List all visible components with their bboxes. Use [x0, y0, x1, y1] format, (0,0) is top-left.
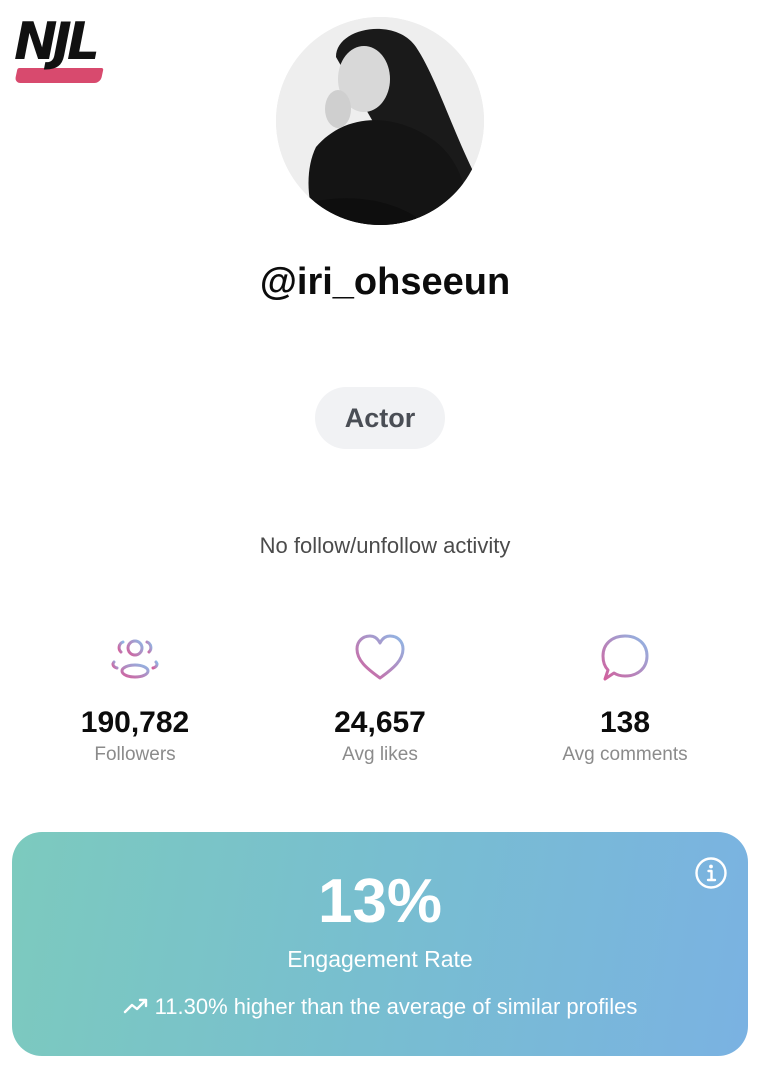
stat-avg-comments: 138 Avg comments: [505, 630, 745, 768]
category-badge: Actor: [315, 387, 445, 449]
trending-up-icon: [123, 998, 147, 1014]
engagement-comparison-text: 11.30% higher than the average of simila…: [154, 994, 638, 1019]
avg-likes-label: Avg likes: [342, 744, 418, 765]
avg-comments-label: Avg comments: [562, 744, 688, 765]
heart-icon: [355, 634, 405, 680]
stat-followers: 190,782 Followers: [15, 630, 255, 768]
engagement-rate-label: Engagement Rate: [287, 946, 473, 972]
profile-avatar: [276, 17, 484, 225]
engagement-rate-value: 13%: [317, 867, 443, 936]
comment-bubble-icon: [601, 634, 649, 681]
avg-likes-value: 24,657: [334, 706, 426, 739]
followers-label: Followers: [94, 744, 176, 765]
users-icon: [111, 639, 159, 679]
avg-comments-value: 138: [599, 706, 651, 739]
engagement-comparison: 11.30% higher than the average of simila…: [12, 992, 748, 1022]
stat-avg-likes: 24,657 Avg likes: [260, 630, 500, 768]
engagement-card: 13% Engagement Rate 11.30% higher than t…: [12, 832, 748, 1056]
logo-text: NJL: [14, 12, 100, 72]
profile-username: @iri_ohseeun: [259, 261, 511, 303]
activity-note: No follow/unfollow activity: [259, 533, 511, 558]
followers-value: 190,782: [80, 706, 190, 739]
brand-logo: NJL: [14, 14, 106, 86]
